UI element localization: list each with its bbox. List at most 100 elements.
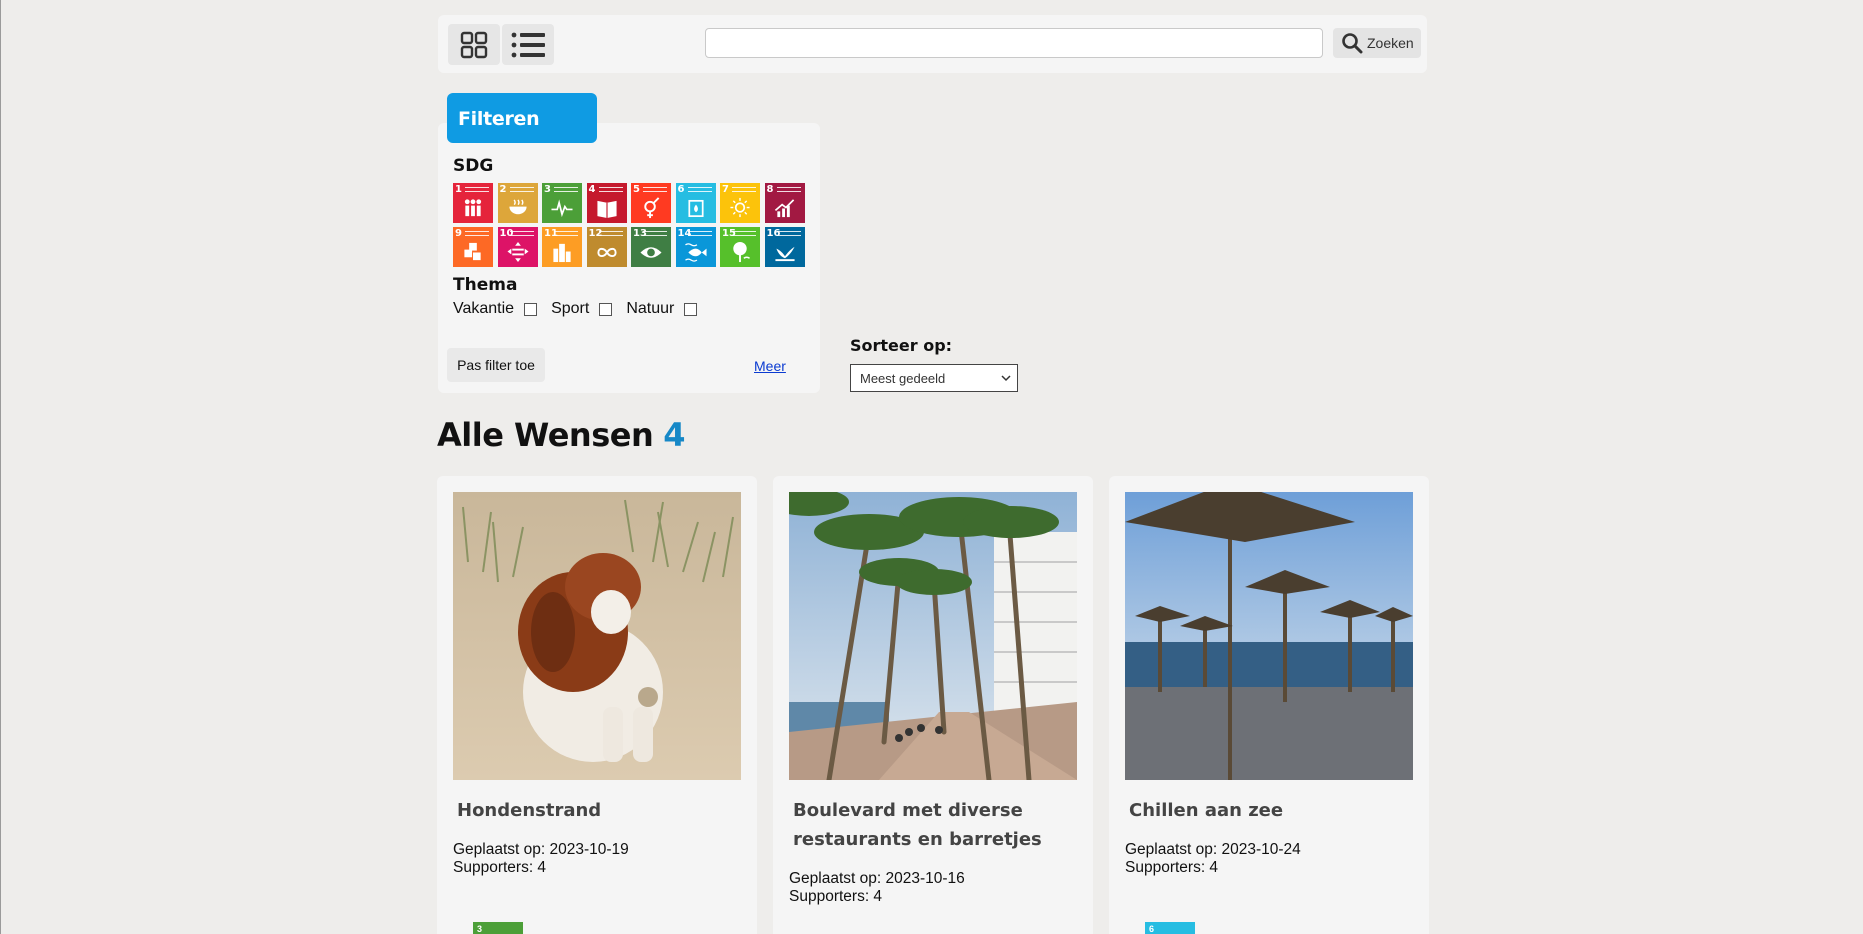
list-view-button[interactable] bbox=[502, 24, 554, 65]
dove-icon bbox=[774, 246, 795, 262]
sdg-tile-16[interactable]: 16 bbox=[764, 227, 805, 267]
sport-checkbox[interactable] bbox=[599, 302, 613, 316]
infinity-icon bbox=[596, 247, 617, 258]
more-link[interactable]: Meer bbox=[754, 358, 786, 374]
toolbar: Zoeken bbox=[438, 15, 1427, 73]
sdg-tile-caption bbox=[465, 187, 489, 192]
grid-view-button[interactable] bbox=[448, 24, 500, 65]
sdg-tile-4[interactable]: 4 bbox=[586, 183, 627, 223]
sdg-tile-number: 4 bbox=[588, 184, 596, 195]
sdg-tile-3[interactable]: 3 bbox=[542, 183, 582, 223]
sdg-tile-11[interactable]: 11 bbox=[542, 227, 582, 267]
card-meta: Geplaatst op: 2023-10-16 Supporters: 4 bbox=[789, 870, 965, 906]
card-title[interactable]: Hondenstrand bbox=[457, 796, 742, 825]
sdg-tile-caption bbox=[465, 231, 489, 236]
chevron-down-icon bbox=[1001, 375, 1011, 382]
wish-card[interactable]: Chillen aan zee Geplaatst op: 2023-10-24… bbox=[1109, 476, 1429, 934]
sdg-tile-number: 9 bbox=[455, 228, 462, 239]
search-input[interactable] bbox=[705, 28, 1323, 58]
page-title-text: Alle Wensen bbox=[437, 416, 654, 454]
sdg-tile-2[interactable]: 2 bbox=[497, 183, 538, 223]
sdg-tile-caption bbox=[598, 231, 623, 236]
fish-icon bbox=[684, 243, 707, 262]
sdg-tile-caption bbox=[776, 187, 801, 192]
thema-option-natuur[interactable]: Natuur bbox=[626, 300, 698, 318]
sdg-tile-10[interactable]: 10 bbox=[497, 227, 538, 267]
sdg-tile-12[interactable]: 12 bbox=[586, 227, 627, 267]
thema-options: Vakantie Sport Natuur bbox=[453, 300, 711, 318]
sdg-title: SDG bbox=[453, 156, 494, 176]
card-meta: Geplaatst op: 2023-10-24 Supporters: 4 bbox=[1125, 841, 1301, 877]
search-icon bbox=[1342, 33, 1363, 54]
filter-tab[interactable]: Filteren bbox=[447, 93, 597, 143]
wish-card[interactable]: Boulevard met diverse restaurants en bar… bbox=[773, 476, 1093, 934]
thema-option-sport[interactable]: Sport bbox=[551, 300, 613, 318]
sdg-tile-caption bbox=[687, 187, 712, 192]
sdg-tile-caption bbox=[509, 187, 534, 192]
sort-selected-value: Meest gedeeld bbox=[860, 370, 946, 386]
thema-option-label: Natuur bbox=[626, 300, 675, 317]
sdg-tile-14[interactable]: 14 bbox=[675, 227, 716, 267]
sdg-tile-caption bbox=[643, 231, 667, 236]
heartbeat-icon bbox=[551, 199, 573, 218]
card-date: Geplaatst op: 2023-10-24 bbox=[1125, 841, 1301, 858]
sdg-grid: 1 2 3 4 5 6 7 8 9 10 11 12 13 14 15 16 bbox=[453, 183, 805, 267]
city-icon bbox=[553, 243, 571, 263]
sdg-tile-caption bbox=[509, 231, 534, 236]
gender-icon bbox=[644, 197, 660, 219]
bowl-icon bbox=[508, 199, 527, 215]
card-sdg-badge[interactable]: 3 bbox=[473, 922, 523, 934]
sdg-tile-number: 5 bbox=[633, 184, 640, 195]
thema-option-label: Vakantie bbox=[453, 300, 515, 317]
water-icon bbox=[687, 199, 704, 217]
card-supporters: Supporters: 4 bbox=[789, 888, 883, 905]
sdg-tile-7[interactable]: 7 bbox=[720, 183, 760, 223]
sdg-tile-13[interactable]: 13 bbox=[631, 227, 671, 267]
sdg-tile-5[interactable]: 5 bbox=[631, 183, 671, 223]
sdg-tile-number: 6 bbox=[677, 184, 685, 195]
wish-card[interactable]: Hondenstrand Geplaatst op: 2023-10-19 Su… bbox=[437, 476, 757, 934]
sdg-tile-caption bbox=[554, 187, 578, 192]
sdg-tile-15[interactable]: 15 bbox=[720, 227, 760, 267]
results-count: 4 bbox=[663, 416, 685, 454]
equality-icon bbox=[506, 241, 529, 263]
natuur-checkbox[interactable] bbox=[684, 302, 698, 316]
family-icon bbox=[464, 199, 482, 217]
card-supporters: Supporters: 4 bbox=[1125, 859, 1219, 876]
growth-chart-icon bbox=[774, 199, 794, 218]
sun-icon bbox=[730, 197, 750, 218]
cubes-icon bbox=[464, 242, 481, 261]
sdg-tile-number: 2 bbox=[499, 184, 507, 195]
thema-option-vakantie[interactable]: Vakantie bbox=[453, 300, 538, 318]
sdg-tile-6[interactable]: 6 bbox=[675, 183, 716, 223]
sdg-tile-9[interactable]: 9 bbox=[453, 227, 493, 267]
apply-filter-button[interactable]: Pas filter toe bbox=[447, 348, 545, 382]
sdg-tile-8[interactable]: 8 bbox=[764, 183, 805, 223]
sort-label: Sorteer op: bbox=[850, 336, 953, 355]
search-button[interactable]: Zoeken bbox=[1333, 28, 1421, 58]
sdg-tile-caption bbox=[776, 231, 801, 236]
list-view-icon bbox=[511, 32, 545, 57]
page-title: Alle Wensen 4 bbox=[437, 416, 685, 454]
sdg-tile-caption bbox=[598, 187, 623, 192]
thema-title: Thema bbox=[453, 275, 518, 295]
sdg-tile-caption bbox=[732, 231, 756, 236]
sort-select[interactable]: Meest gedeeld bbox=[850, 364, 1018, 392]
card-date: Geplaatst op: 2023-10-19 bbox=[453, 841, 629, 858]
sdg-tile-1[interactable]: 1 bbox=[453, 183, 493, 223]
eye-globe-icon bbox=[640, 247, 662, 258]
card-sdg-badge[interactable]: 6 bbox=[1145, 922, 1195, 934]
beach-umbrellas-photo bbox=[1125, 492, 1413, 780]
card-supporters: Supporters: 4 bbox=[453, 859, 547, 876]
sdg-tile-caption bbox=[554, 231, 578, 236]
sdg-tile-caption bbox=[732, 187, 756, 192]
sdg-tile-number: 1 bbox=[455, 184, 462, 195]
vakantie-checkbox[interactable] bbox=[524, 302, 538, 316]
palm-boulevard-photo bbox=[789, 492, 1077, 780]
grid-view-icon bbox=[460, 31, 488, 58]
book-icon bbox=[596, 200, 617, 219]
card-title[interactable]: Boulevard met diverse restaurants en bar… bbox=[793, 796, 1078, 854]
card-title[interactable]: Chillen aan zee bbox=[1129, 796, 1414, 825]
sdg-tile-caption bbox=[687, 231, 712, 236]
tree-icon bbox=[733, 241, 750, 263]
